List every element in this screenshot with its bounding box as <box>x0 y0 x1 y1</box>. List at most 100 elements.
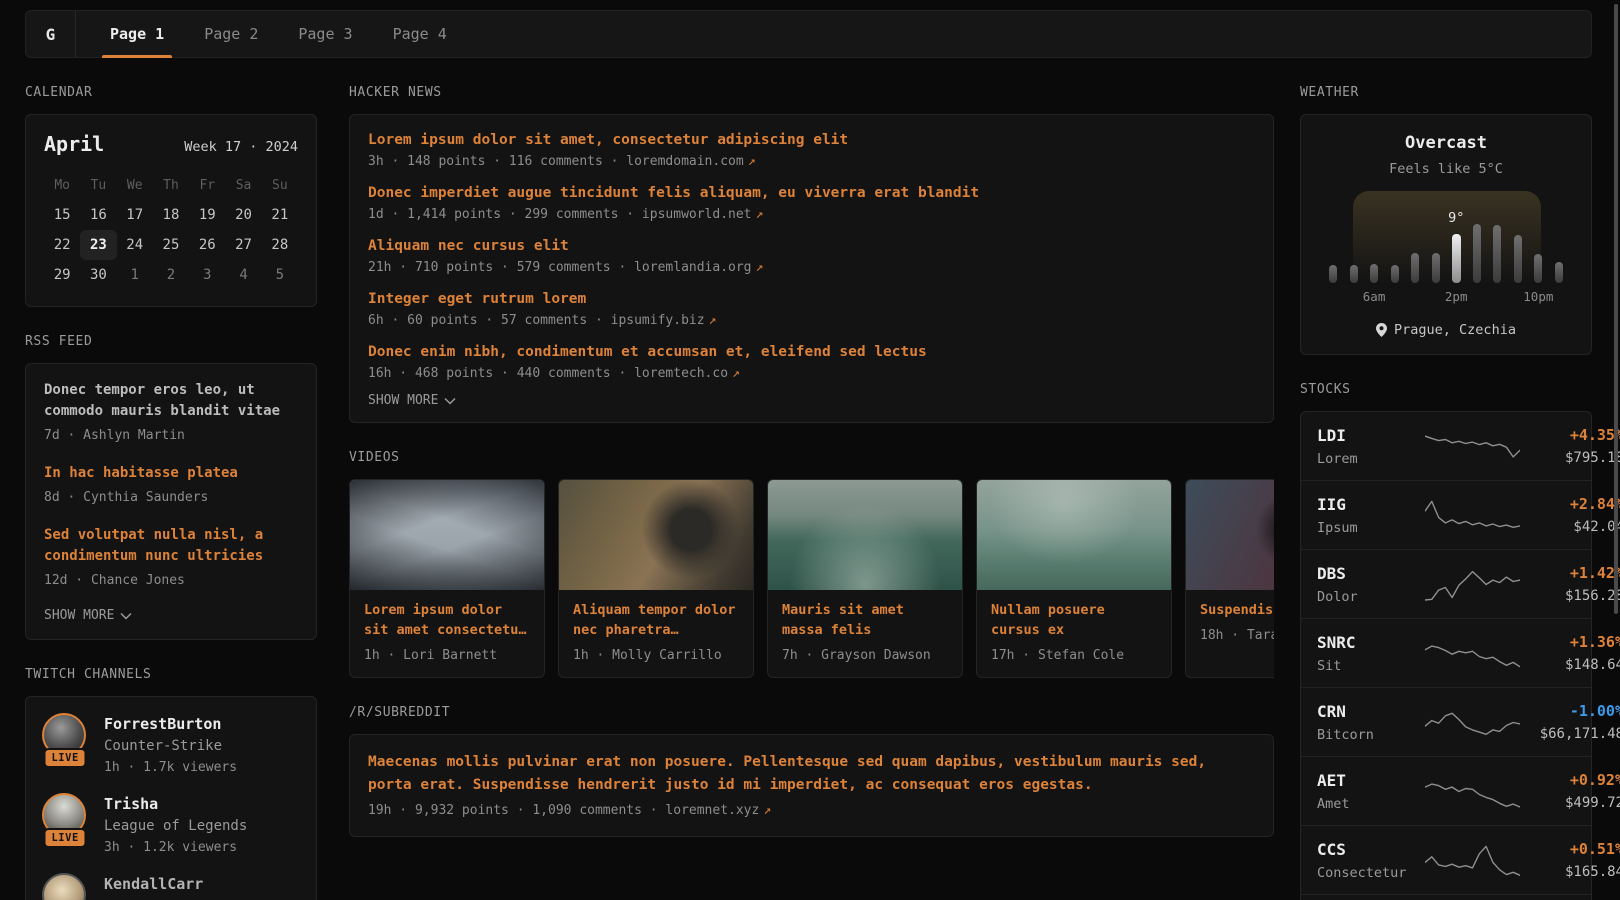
tab-page-4[interactable]: Page 4 <box>379 11 461 57</box>
twitch-channel-name: Trisha <box>104 793 247 813</box>
video-card[interactable]: Suspendisse diam18h · Tara <box>1185 479 1274 678</box>
hackernews-item-title[interactable]: Integer eget rutrum lorem <box>368 291 1255 307</box>
rss-item-meta: 12d · Chance Jones <box>44 573 298 588</box>
stock-row-ahs: AHS+0.46% <box>1301 894 1591 900</box>
rss-section-title: RSS FEED <box>25 334 317 349</box>
video-meta: 17h · Stefan Cole <box>991 648 1157 663</box>
tab-page-1[interactable]: Page 1 <box>96 11 178 57</box>
video-card[interactable]: Lorem ipsum dolor sit amet consectetu…1h… <box>349 479 545 678</box>
tab-page-3[interactable]: Page 3 <box>284 11 366 57</box>
video-card-body: Lorem ipsum dolor sit amet consectetu…1h… <box>350 590 544 677</box>
video-thumbnail[interactable] <box>977 480 1171 590</box>
hackernews-section: HACKER NEWS Lorem ipsum dolor sit amet, … <box>349 85 1274 423</box>
weather-hour-label <box>1346 289 1362 304</box>
subreddit-widget: Maecenas mollis pulvinar erat non posuer… <box>349 734 1274 837</box>
external-link-icon[interactable]: ↗ <box>756 260 764 275</box>
weather-condition: Overcast <box>1321 133 1571 153</box>
hackernews-item-meta: 1d · 1,414 points · 299 comments · ipsum… <box>368 207 1255 222</box>
weather-bar <box>1329 265 1337 283</box>
stock-row-iig: IIGIpsum+2.84%$42.04 <box>1301 480 1591 549</box>
rss-item-title[interactable]: In hac habitasse platea <box>44 463 298 484</box>
hackernews-item-title[interactable]: Donec imperdiet augue tincidunt felis al… <box>368 185 1255 201</box>
weather-bar <box>1493 225 1501 283</box>
video-title[interactable]: Aliquam tempor dolor nec pharetra… <box>573 600 739 640</box>
external-link-icon[interactable]: ↗ <box>732 366 740 381</box>
rss-show-more-button[interactable]: SHOW MORE <box>44 608 298 623</box>
stock-change: +1.42% <box>1520 564 1620 582</box>
hackernews-item-title[interactable]: Lorem ipsum dolor sit amet, consectetur … <box>368 132 1255 148</box>
calendar-day-23: 23 <box>80 230 116 260</box>
twitch-channel-forrestburton[interactable]: LIVEForrestBurtonCounter-Strike1h · 1.7k… <box>42 713 300 775</box>
video-card[interactable]: Mauris sit amet massa felis7h · Grayson … <box>767 479 963 678</box>
calendar-day-17: 17 <box>117 200 153 230</box>
stock-ticker: CCS <box>1317 840 1425 859</box>
hackernews-item: Integer eget rutrum lorem6h · 60 points … <box>368 291 1255 328</box>
calendar-day-3: 3 <box>189 260 225 290</box>
app-logo[interactable]: G <box>26 11 76 57</box>
video-card[interactable]: Nullam posuere cursus ex 17h · Stefan Col… <box>976 479 1172 678</box>
stock-identity: DBSDolor <box>1317 564 1425 605</box>
hackernews-show-more-button[interactable]: SHOW MORE <box>368 393 1255 408</box>
weather-bar <box>1370 264 1378 283</box>
weather-hour-label: 2pm <box>1448 289 1464 304</box>
tab-page-2[interactable]: Page 2 <box>190 11 272 57</box>
video-title[interactable]: Suspendisse diam <box>1200 600 1274 620</box>
weather-hourly-chart: 9° <box>1321 203 1571 283</box>
hackernews-item: Aliquam nec cursus elit21h · 710 points … <box>368 238 1255 275</box>
stock-numbers: +1.42% $156.28 <box>1520 564 1620 604</box>
weather-hour-label: 10pm <box>1530 289 1546 304</box>
external-link-icon[interactable]: ↗ <box>709 313 717 328</box>
video-thumbnail[interactable] <box>1186 480 1274 590</box>
video-title[interactable]: Mauris sit amet massa felis <box>782 600 948 640</box>
hackernews-item: Donec imperdiet augue tincidunt felis al… <box>368 185 1255 222</box>
subreddit-post-meta: 19h · 9,932 points · 1,090 comments · lo… <box>368 803 1255 818</box>
external-link-icon[interactable]: ↗ <box>756 207 764 222</box>
twitch-channel-kendallcarr[interactable]: KendallCarr <box>42 873 300 900</box>
stocks-section-title: STOCKS <box>1300 382 1592 397</box>
rss-item-title[interactable]: Donec tempor eros leo, ut commodo mauris… <box>44 380 298 422</box>
video-title[interactable]: Lorem ipsum dolor sit amet consectetu… <box>364 600 530 640</box>
stock-sparkline <box>1425 769 1520 813</box>
stock-ticker: AET <box>1317 771 1425 790</box>
calendar-day-headers: MoTuWeThFrSaSu <box>44 170 298 200</box>
video-thumbnail[interactable] <box>350 480 544 590</box>
calendar-day-26: 26 <box>189 230 225 260</box>
hackernews-item: Donec enim nibh, condimentum et accumsan… <box>368 344 1255 381</box>
video-card[interactable]: Aliquam tempor dolor nec pharetra…1h · M… <box>558 479 754 678</box>
stock-ticker: DBS <box>1317 564 1425 583</box>
video-thumbnail[interactable] <box>559 480 753 590</box>
stock-price: $795.18 <box>1520 450 1620 466</box>
twitch-channel-trisha[interactable]: LIVETrishaLeague of Legends3h · 1.2k vie… <box>42 793 300 855</box>
rss-item-title[interactable]: Sed volutpat nulla nisl, a condimentum n… <box>44 525 298 567</box>
video-title[interactable]: Nullam posuere cursus ex <box>991 600 1157 640</box>
stock-name: Consectetur <box>1317 865 1425 881</box>
calendar-day-2: 2 <box>153 260 189 290</box>
stock-identity: CRNBitcorn <box>1317 702 1425 743</box>
video-thumbnail[interactable] <box>768 480 962 590</box>
external-link-icon[interactable]: ↗ <box>763 803 771 818</box>
avatar-wrapper: LIVE <box>42 713 90 761</box>
video-card-body: Nullam posuere cursus ex 17h · Stefan Col… <box>977 590 1171 677</box>
hackernews-item-title[interactable]: Donec enim nibh, condimentum et accumsan… <box>368 344 1255 360</box>
stock-name: Bitcorn <box>1317 727 1425 743</box>
stock-numbers: +2.84%$42.04 <box>1520 495 1620 535</box>
calendar-grid: 1516171819202122232425262728293012345 <box>44 200 298 290</box>
stock-sparkline <box>1425 700 1520 744</box>
weather-hour-label <box>1407 289 1423 304</box>
stock-price: $42.04 <box>1520 519 1620 535</box>
stock-name: Amet <box>1317 796 1425 812</box>
hackernews-item-title[interactable]: Aliquam nec cursus elit <box>368 238 1255 254</box>
subreddit-post-title[interactable]: Maecenas mollis pulvinar erat non posuer… <box>368 751 1255 797</box>
external-link-icon[interactable]: ↗ <box>748 154 756 169</box>
stock-price: $499.72 <box>1520 795 1620 811</box>
stock-numbers: +4.35%$795.18 <box>1520 426 1620 466</box>
twitch-channel-name: KendallCarr <box>104 873 203 893</box>
scrollbar-thumb[interactable] <box>1614 4 1618 614</box>
weather-bar-slot <box>1428 203 1444 283</box>
weather-bar-slot <box>1346 203 1362 283</box>
stock-price: $156.28 <box>1520 588 1620 604</box>
stock-identity: IIGIpsum <box>1317 495 1425 536</box>
stock-change: -1.00% <box>1520 702 1620 720</box>
calendar-day-25: 25 <box>153 230 189 260</box>
twitch-section-title: TWITCH CHANNELS <box>25 667 317 682</box>
